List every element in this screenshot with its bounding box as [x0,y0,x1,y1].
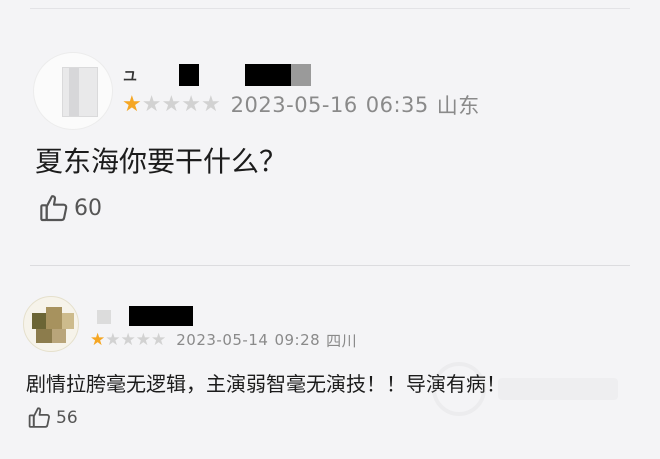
divider-top [30,8,630,9]
comment-date: 2023-05-16 [230,93,358,117]
like-count: 56 [56,407,78,428]
rating-stars: ★ ★ ★ ★ ★ [90,329,167,350]
avatar-image [46,307,62,329]
like-count: 60 [74,195,102,221]
comment-meta: ★ ★ ★ ★ ★ 2023-05-14 09:28 四川 [90,330,357,350]
redaction-block [245,64,291,86]
comment-time: 06:35 [365,93,429,117]
comment-location: 山东 [436,94,480,118]
avatar[interactable] [33,52,113,130]
thumbs-up-icon [27,405,52,430]
comment-date: 2023-05-14 [176,331,269,349]
star-icon: ★ [135,329,151,350]
avatar-image [62,313,74,329]
star-icon: ★ [181,92,201,117]
like-button[interactable]: 60 [38,192,102,224]
like-button[interactable]: 56 [27,405,78,430]
star-icon: ★ [141,92,162,117]
star-icon: ★ [151,329,167,350]
avatar-image [52,329,66,343]
star-icon: ★ [122,92,142,117]
avatar-image [62,67,98,117]
star-icon: ★ [105,329,121,350]
comment-location: 四川 [326,331,358,350]
watermark-text [498,378,618,400]
watermark [432,362,632,418]
redaction-block [97,310,111,324]
avatar[interactable] [23,296,79,352]
star-icon: ★ [161,92,182,117]
redaction-block [129,306,193,326]
comment-text: 夏东海你要干什么？ [35,145,288,178]
comment-meta: ★ ★ ★ ★ ★ 2023-05-16 06:35 山东 [122,92,480,118]
thumbs-up-icon [38,192,70,224]
avatar-image [32,313,46,329]
star-icon: ★ [90,329,106,350]
avatar-image [36,329,52,343]
redaction-block [179,64,199,86]
username-fragment: ユ [123,69,137,85]
divider [30,265,630,266]
star-icon: ★ [200,92,221,117]
redaction-block [291,64,311,86]
watermark-logo [432,362,486,416]
star-icon: ★ [120,329,136,350]
comment-time: 09:28 [274,331,321,349]
rating-stars: ★ ★ ★ ★ ★ [122,94,221,116]
